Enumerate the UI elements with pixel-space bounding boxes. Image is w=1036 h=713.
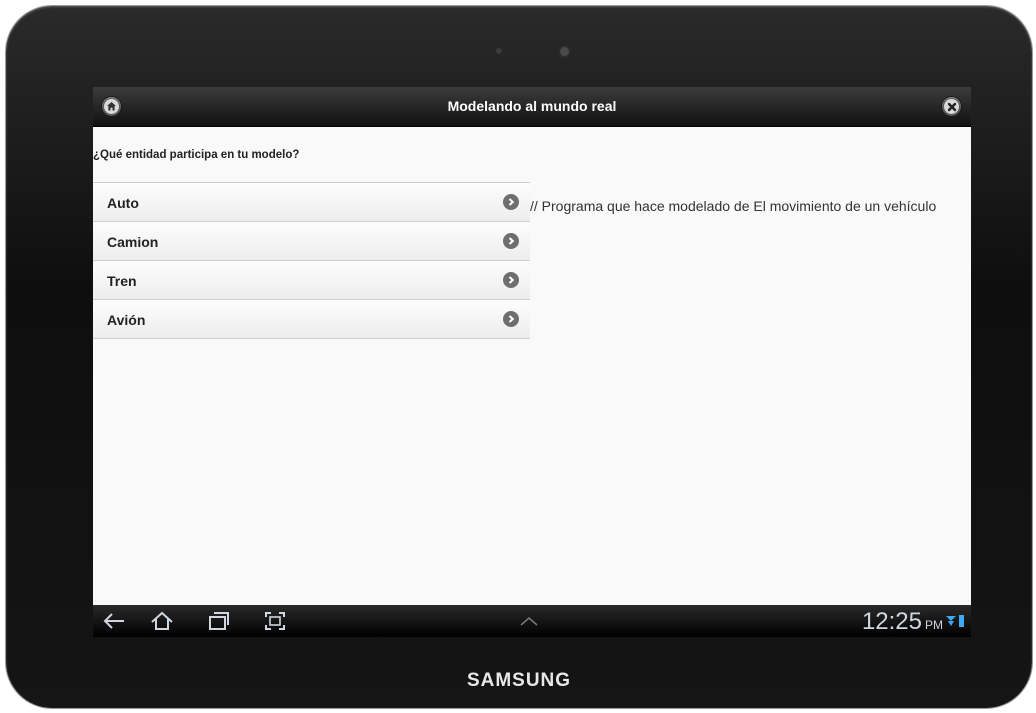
wifi-icon [946,615,964,627]
recent-apps-icon[interactable] [207,611,231,631]
back-icon[interactable] [101,611,127,631]
program-comment: // Programa que hace modelado de El movi… [530,198,937,214]
entity-list: Auto Camion Tren Avión [93,182,530,339]
list-item-auto[interactable]: Auto [93,183,530,222]
list-item-label: Camion [107,234,159,250]
list-item-avion[interactable]: Avión [93,300,530,339]
chevron-right-icon [503,272,519,288]
status-clock: 12:25 PM [861,608,943,635]
list-item-tren[interactable]: Tren [93,261,530,300]
battery-icon [959,615,964,627]
page-title: Modelando al mundo real [447,98,617,114]
android-system-bar: 12:25 PM [93,605,971,637]
list-item-label: Auto [107,195,139,211]
app-header: Modelando al mundo real [93,87,971,127]
brand-logo: SAMSUNG [466,670,572,691]
app-screen: Modelando al mundo real ¿Qué entidad par… [93,87,971,637]
close-button[interactable] [942,97,961,116]
screenshot-icon[interactable] [263,611,287,631]
home-outline-icon[interactable] [149,611,175,631]
chevron-right-icon [503,194,519,210]
chevron-right-icon [503,233,519,249]
list-item-camion[interactable]: Camion [93,222,530,261]
close-icon [947,102,956,111]
sensor-dot [496,48,502,54]
question-label: ¿Qué entidad participa en tu modelo? [93,149,300,161]
up-caret-icon[interactable] [519,615,539,627]
list-item-label: Avión [107,312,146,328]
status-icons [945,614,965,632]
chevron-right-icon [503,311,519,327]
front-camera [560,47,569,56]
list-item-label: Tren [107,273,137,289]
